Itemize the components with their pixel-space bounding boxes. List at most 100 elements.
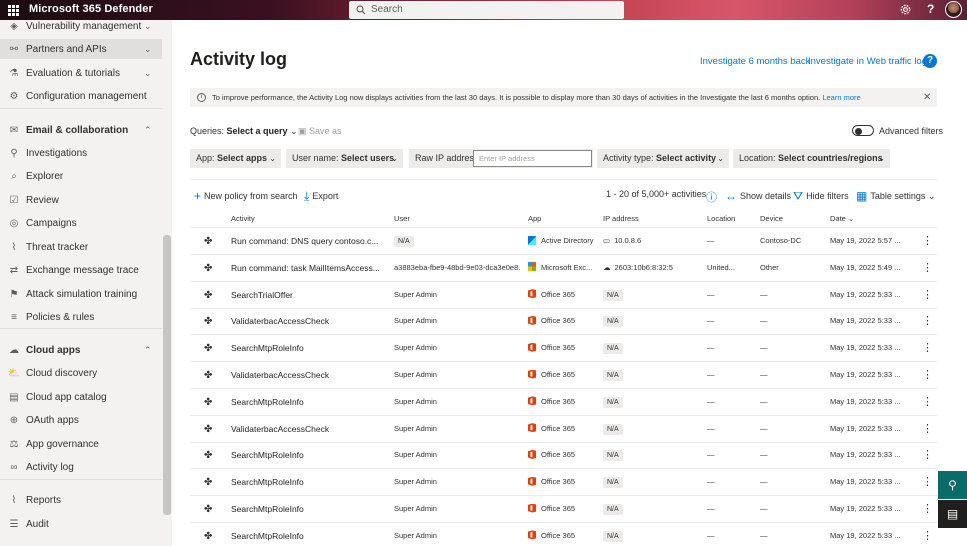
more-options-icon[interactable]: ⋮ [922, 442, 933, 468]
cell-ip: N/A [603, 335, 703, 361]
activity-type-icon: ✤ [204, 262, 213, 274]
column-header-user[interactable]: User [394, 214, 410, 223]
learn-more-link[interactable]: Learn more [822, 93, 860, 102]
column-header-location[interactable]: Location [707, 214, 735, 223]
sidebar-item-partners-and-apis[interactable]: ⚯ Partners and APIs ⌄ [0, 39, 162, 59]
sidebar-item-audit[interactable]: ☰ Audit [0, 514, 162, 534]
table-row[interactable]: ✤ Run command: DNS query contoso.c... N/A A… [190, 228, 937, 255]
new-policy-button[interactable]: + New policy from search [194, 188, 298, 203]
ip-value: N/A [603, 504, 623, 515]
show-details-label: Show details [740, 191, 792, 201]
table-row[interactable]: ✤ SearchMtpRoleInfo Super Admin Office 365 N… [190, 442, 937, 470]
sidebar-item-email-collaboration[interactable]: ✉ Email & collaboration ⌃ [0, 120, 162, 140]
table-row[interactable]: ✤ SearchMtpRoleInfo Super Admin Office 365 N… [190, 496, 937, 523]
chevron-up-icon[interactable]: ⌃ [144, 125, 152, 136]
column-header-device[interactable]: Device [760, 214, 783, 223]
sidebar-scrollbar[interactable] [163, 235, 171, 515]
advanced-filters-toggle[interactable] [852, 125, 874, 136]
more-options-icon[interactable]: ⋮ [922, 308, 933, 334]
close-icon[interactable]: ✕ [923, 88, 931, 107]
sidebar-item-cloud-discovery[interactable]: ⛅ Cloud discovery [0, 363, 162, 383]
save-as-button[interactable]: ▣ Save as [298, 126, 342, 137]
chevron-down-icon[interactable]: ⌄ [144, 44, 152, 55]
count-info-icon[interactable]: ⓘ [706, 188, 720, 204]
chevron-down-icon[interactable]: ⌄ [144, 21, 152, 32]
table-row[interactable]: ✤ SearchMtpRoleInfo Super Admin Office 365 N… [190, 335, 937, 363]
sidebar-item-cloud-apps[interactable]: ☁ Cloud apps ⌃ [0, 340, 162, 360]
sidebar-item-exchange-message-trace[interactable]: ⇄ Exchange message trace [0, 260, 162, 280]
table-row[interactable]: ✤ ValidaterbacAccessCheck Super Admin Offic… [190, 308, 937, 336]
show-details-button[interactable]: ↔ Show details [725, 188, 792, 203]
sidebar-item-explorer[interactable]: ⌕ Explorer [0, 166, 162, 186]
table-row[interactable]: ✤ SearchMtpRoleInfo Super Admin Office 365 N… [190, 469, 937, 497]
location-filter[interactable]: Location: Select countries/regions ⌄ [733, 149, 890, 168]
more-options-icon[interactable]: ⋮ [922, 496, 933, 522]
cell-activity: SearchMtpRoleInfo [231, 504, 304, 514]
user-filter[interactable]: User name: Select users ⌄ [286, 149, 403, 168]
column-header-activity[interactable]: Activity [231, 214, 255, 223]
sidebar-item-oauth-apps[interactable]: ⊕ OAuth apps [0, 410, 162, 430]
assistant-button[interactable]: ⚲ [938, 471, 967, 499]
more-options-icon[interactable]: ⋮ [922, 362, 933, 388]
table-row[interactable]: ✤ Run command: task MailItemsAccess... a38… [190, 255, 937, 282]
sidebar-item-attack-simulation-training[interactable]: ⚑ Attack simulation training [0, 284, 162, 304]
sidebar-item-reports[interactable]: ⌇ Reports [0, 490, 162, 510]
more-options-icon[interactable]: ⋮ [922, 523, 933, 546]
ip-value: N/A [603, 423, 623, 435]
gear-icon[interactable] [899, 3, 912, 16]
column-header-ip[interactable]: IP address [603, 214, 639, 223]
ip-address-input[interactable]: Enter IP address [473, 150, 592, 167]
more-options-icon[interactable]: ⋮ [922, 389, 933, 415]
more-options-icon[interactable]: ⋮ [922, 282, 933, 308]
sidebar-item-threat-tracker[interactable]: ⌇ Threat tracker [0, 237, 162, 257]
sidebar-item-review[interactable]: ☑ Review [0, 190, 162, 210]
activity-type-filter[interactable]: Activity type: Select activity ⌄ [597, 149, 729, 168]
avatar[interactable] [945, 1, 962, 18]
ip-value: N/A [603, 477, 623, 489]
sidebar-item-activity-log[interactable]: ∞ Activity log [0, 457, 162, 477]
sidebar-item-investigations[interactable]: ⚲ Investigations [0, 143, 162, 163]
hide-filters-button[interactable]: ⛛ Hide filters [793, 188, 849, 203]
app-launcher-icon[interactable] [8, 5, 19, 16]
search-input[interactable]: Search [349, 1, 624, 19]
sidebar-item-campaigns[interactable]: ◎ Campaigns [0, 213, 162, 233]
catalog-icon: ▤ [9, 391, 19, 403]
help-icon[interactable]: ? [927, 2, 934, 16]
chevron-up-icon[interactable]: ⌃ [144, 345, 152, 356]
investigate-web-traffic-link[interactable]: Investigate in Web traffic log [808, 56, 927, 67]
queries-dropdown[interactable]: Queries: Select a query ⌄ [190, 126, 298, 137]
table-row[interactable]: ✤ SearchMtpRoleInfo Super Admin Office 365 N… [190, 389, 937, 416]
table-row[interactable]: ✤ SearchMtpRoleInfo Super Admin Office 365 N… [190, 523, 937, 546]
app-filter-value: Select apps [217, 153, 268, 163]
sidebar-item-policies-rules[interactable]: ≡ Policies & rules [0, 307, 162, 327]
export-button[interactable]: ⤓ Export [304, 188, 338, 203]
cell-ip: N/A [603, 389, 703, 415]
oauth-icon: ⊕ [9, 414, 19, 426]
table-row[interactable]: ✤ ValidaterbacAccessCheck Super Admin Offic… [190, 362, 937, 389]
sidebar-item-cloud-app-catalog[interactable]: ▤ Cloud app catalog [0, 387, 162, 407]
more-options-icon[interactable]: ⋮ [922, 255, 933, 281]
sidebar-item-evaluation-tutorials[interactable]: ⚗ Evaluation & tutorials ⌄ [0, 63, 162, 83]
help-icon[interactable]: ? [923, 54, 937, 68]
sidebar-item-configuration-management[interactable]: ⚙ Configuration management [0, 86, 162, 106]
table-row[interactable]: ✤ SearchTrialOffer Super Admin Office 365 N/… [190, 282, 937, 309]
more-options-icon[interactable]: ⋮ [922, 469, 933, 495]
sidebar-item-vulnerability-management[interactable]: ◈ Vulnerability management ⌄ [0, 20, 162, 36]
search-icon [356, 5, 366, 15]
chevron-down-icon[interactable]: ⌄ [144, 68, 152, 79]
app-filter[interactable]: App: Select apps ⌄ [190, 149, 281, 168]
table-settings-button[interactable]: ▦ Table settings ⌄ [856, 188, 935, 203]
sidebar-item-app-governance[interactable]: ⚖ App governance [0, 434, 162, 454]
more-options-icon[interactable]: ⋮ [922, 228, 933, 254]
more-options-icon[interactable]: ⋮ [922, 416, 933, 442]
cell-device: — [760, 477, 768, 487]
column-header-app[interactable]: App [528, 214, 541, 223]
feedback-button[interactable]: ▤ [938, 500, 967, 528]
table-row[interactable]: ✤ ValidaterbacAccessCheck Super Admin Offic… [190, 416, 937, 443]
date-header-label: Date [830, 214, 846, 223]
more-options-icon[interactable]: ⋮ [922, 335, 933, 361]
link-icon: ⚯ [9, 43, 19, 55]
column-header-date[interactable]: Date ⌄ [830, 214, 854, 223]
cell-activity: SearchMtpRoleInfo [231, 477, 304, 488]
investigate-6-months-link[interactable]: Investigate 6 months back [700, 56, 810, 67]
